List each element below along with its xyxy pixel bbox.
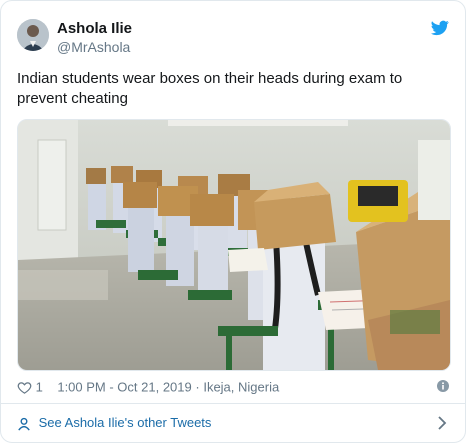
timestamp[interactable]: 1:00 PM - Oct 21, 2019: [57, 380, 191, 395]
classroom-photo: [18, 120, 450, 370]
heart-icon[interactable]: [17, 380, 32, 395]
chevron-right-icon[interactable]: [437, 416, 447, 430]
avatar[interactable]: [17, 19, 49, 51]
person-icon: [18, 417, 30, 431]
tweet-photo[interactable]: [17, 119, 451, 371]
tweet-header: Ashola Ilie @MrAshola: [17, 16, 449, 56]
tweet-card[interactable]: Ashola Ilie @MrAshola Indian students we…: [0, 0, 466, 443]
tweet-text: Indian students wear boxes on their head…: [17, 70, 403, 107]
tweet-meta: 1 1:00 PM - Oct 21, 2019 · Ikeja, Nigeri…: [17, 377, 449, 397]
divider: [1, 403, 465, 404]
avatar-image: [17, 19, 49, 51]
location[interactable]: Ikeja, Nigeria: [203, 380, 279, 395]
other-tweets-link[interactable]: See Ashola Ilie's other Tweets: [17, 411, 449, 435]
handle[interactable]: @MrAshola: [57, 38, 132, 56]
info-icon[interactable]: [437, 380, 449, 392]
like-count[interactable]: 1: [36, 380, 43, 395]
display-name[interactable]: Ashola Ilie: [57, 20, 132, 38]
author-block[interactable]: Ashola Ilie @MrAshola: [57, 20, 132, 56]
twitter-bird-icon[interactable]: [431, 20, 449, 36]
other-tweets-label[interactable]: See Ashola Ilie's other Tweets: [39, 415, 212, 430]
